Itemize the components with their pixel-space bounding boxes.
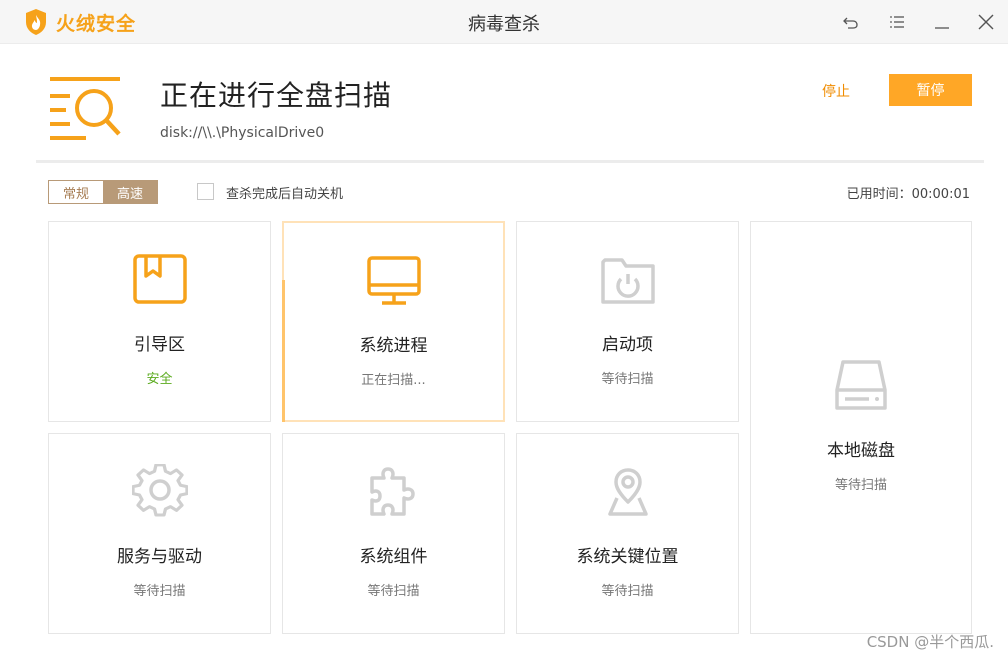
location-pin-icon	[607, 468, 648, 516]
scan-card-services[interactable]: 服务与驱动 等待扫描	[48, 433, 271, 634]
scan-magnifier-icon	[50, 77, 121, 140]
card-name: 服务与驱动	[117, 547, 202, 567]
card-name: 系统组件	[359, 547, 428, 567]
card-status: 安全	[146, 372, 173, 387]
menu-icon	[890, 16, 904, 28]
scan-card-boot[interactable]: 引导区 安全	[48, 221, 271, 422]
puzzle-icon	[369, 467, 415, 516]
minimize-icon	[935, 27, 949, 29]
title-bar: 火绒安全 病毒查杀	[0, 0, 1008, 44]
card-status: 等待扫描	[133, 584, 186, 599]
card-status: 等待扫描	[367, 584, 420, 599]
mode-fast-option[interactable]: 高速	[103, 181, 157, 203]
card-name: 系统进程	[359, 336, 428, 356]
flame-logo-icon	[26, 9, 46, 35]
gear-icon	[131, 464, 188, 517]
scan-card-process[interactable]: 系统进程 正在扫描...	[282, 221, 505, 422]
card-name: 启动项	[602, 335, 653, 355]
menu-button[interactable]	[885, 10, 909, 34]
scan-card-startup[interactable]: 启动项 等待扫描	[516, 221, 739, 422]
card-name: 引导区	[134, 335, 185, 355]
card-status: 正在扫描...	[361, 373, 426, 388]
card-status: 等待扫描	[601, 584, 654, 599]
scan-card-local-disk[interactable]: 本地磁盘 等待扫描	[750, 221, 972, 634]
close-icon	[978, 14, 994, 30]
scan-mode-toggle: 常规 高速	[48, 180, 158, 204]
card-status: 等待扫描	[601, 372, 654, 387]
stop-button[interactable]: 停止	[808, 80, 864, 102]
card-name: 本地磁盘	[827, 441, 895, 461]
back-button[interactable]	[839, 10, 863, 34]
card-name: 系统关键位置	[576, 547, 679, 567]
brand: 火绒安全	[24, 8, 136, 36]
header-divider	[36, 160, 984, 163]
scan-card-key-locations[interactable]: 系统关键位置 等待扫描	[516, 433, 739, 634]
mode-normal-option[interactable]: 常规	[49, 181, 103, 203]
watermark: CSDN @半个西瓜.	[866, 633, 994, 651]
minimize-button[interactable]	[930, 10, 954, 34]
hard-drive-icon	[835, 360, 887, 410]
auto-shutdown-checkbox[interactable]	[197, 183, 214, 200]
monitor-icon	[366, 256, 421, 305]
scan-card-components[interactable]: 系统组件 等待扫描	[282, 433, 505, 634]
brand-name: 火绒安全	[56, 12, 137, 35]
scan-target-path: disk://\\.\PhysicalDrive0	[160, 125, 325, 141]
elapsed-time: 已用时间：00:00:01	[846, 187, 970, 202]
auto-shutdown-label: 查杀完成后自动关机	[226, 187, 344, 202]
back-icon	[843, 17, 858, 29]
power-folder-icon	[600, 258, 655, 304]
scan-title: 正在进行全盘扫描	[160, 79, 393, 112]
card-status: 等待扫描	[834, 478, 887, 493]
close-button[interactable]	[974, 10, 998, 34]
bookmark-folder-icon	[132, 254, 187, 304]
pause-button[interactable]: 暂停	[889, 74, 972, 106]
